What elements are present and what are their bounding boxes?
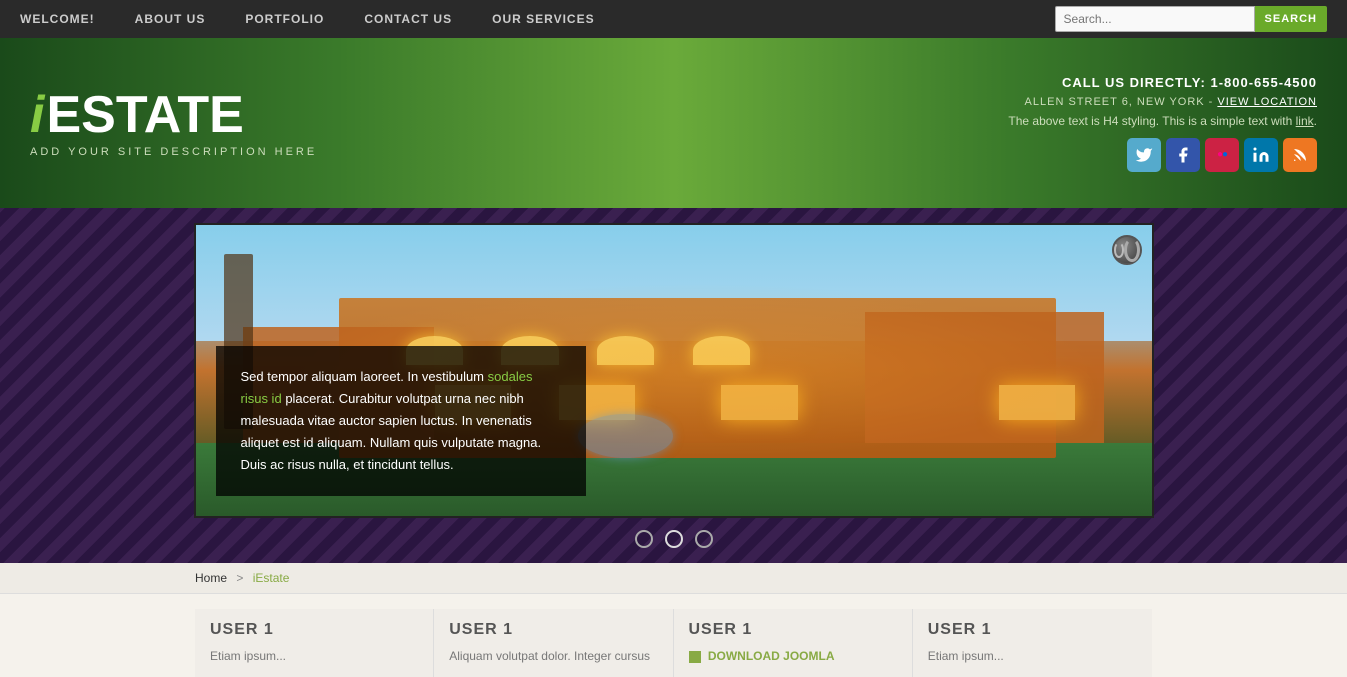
user-section-2-title: USER 1 <box>449 621 657 639</box>
slider-dots <box>635 530 713 548</box>
phone-label: CALL US DIRECTLY: <box>1062 75 1206 90</box>
slider-container: Sed tempor aliquam laoreet. In vestibulu… <box>194 223 1154 518</box>
phone-line: CALL US DIRECTLY: 1-800-655-4500 <box>1062 75 1317 90</box>
header: iESTATE ADD YOUR SITE DESCRIPTION HERE C… <box>0 38 1347 208</box>
slider-dot-1[interactable] <box>635 530 653 548</box>
user-section-1: USER 1 Etiam ipsum... <box>195 609 434 677</box>
nav-about[interactable]: ABOUT US <box>135 12 206 26</box>
h4-link[interactable]: link <box>1296 114 1314 128</box>
slider-caption: Sed tempor aliquam laoreet. In vestibulu… <box>216 346 586 496</box>
nav-services[interactable]: OUR SERVICES <box>492 12 594 26</box>
nav-welcome[interactable]: WELCOME! <box>20 12 95 26</box>
social-icons: ●● <box>1127 138 1317 172</box>
caption-text-before: Sed tempor aliquam laoreet. In vestibulu… <box>241 369 485 384</box>
phone-number: 1-800-655-4500 <box>1210 75 1317 90</box>
linkedin-icon[interactable] <box>1244 138 1278 172</box>
user-section-3-title: USER 1 <box>689 621 897 639</box>
user-section-4-text: Etiam ipsum... <box>928 647 1137 665</box>
rss-icon[interactable] <box>1283 138 1317 172</box>
download-joomla-text: DOWNLOAD JOOMLA <box>708 649 835 663</box>
view-location-link[interactable]: VIEW LOCATION <box>1217 96 1317 108</box>
slider-dot-3[interactable] <box>695 530 713 548</box>
logo-i: i <box>30 89 44 141</box>
nav-portfolio[interactable]: PORTFOLIO <box>245 12 324 26</box>
address-line: ALLEN STREET 6, NEW YORK - VIEW LOCATION <box>1025 96 1317 108</box>
facebook-icon[interactable] <box>1166 138 1200 172</box>
breadcrumb-current: iEstate <box>253 571 290 585</box>
download-joomla-link[interactable]: DOWNLOAD JOOMLA <box>689 649 835 663</box>
caption-text-after: placerat. Curabitur volutpat urna nec ni… <box>241 391 542 472</box>
search-button[interactable]: SEARCH <box>1255 6 1327 32</box>
h4-text: The above text is H4 styling. This is a … <box>1008 114 1317 128</box>
nav-links: WELCOME! ABOUT US PORTFOLIO CONTACT US O… <box>20 12 595 26</box>
header-right: CALL US DIRECTLY: 1-800-655-4500 ALLEN S… <box>1008 75 1317 172</box>
twitter-icon[interactable] <box>1127 138 1161 172</box>
logo-tagline: ADD YOUR SITE DESCRIPTION HERE <box>30 146 317 158</box>
breadcrumb: Home > iEstate <box>0 563 1347 594</box>
logo-estate: ESTATE <box>46 89 243 141</box>
user-section-2: USER 1 Aliquam volutpat dolor. Integer c… <box>434 609 673 677</box>
slider-control-button[interactable] <box>1112 235 1142 265</box>
search-area: SEARCH <box>1055 6 1327 32</box>
user-section-3: USER 1 DOWNLOAD JOOMLA <box>674 609 913 677</box>
user-section-4: USER 1 Etiam ipsum... <box>913 609 1152 677</box>
slider-dot-2[interactable] <box>665 530 683 548</box>
user-section-4-title: USER 1 <box>928 621 1137 639</box>
breadcrumb-separator: > <box>236 571 243 585</box>
user-section-1-title: USER 1 <box>210 621 418 639</box>
top-navigation: WELCOME! ABOUT US PORTFOLIO CONTACT US O… <box>0 0 1347 38</box>
nav-contact[interactable]: CONTACT US <box>364 12 452 26</box>
breadcrumb-home[interactable]: Home <box>195 571 227 585</box>
flickr-icon[interactable]: ●● <box>1205 138 1239 172</box>
logo-area: iESTATE ADD YOUR SITE DESCRIPTION HERE <box>30 89 317 158</box>
search-input[interactable] <box>1055 6 1255 32</box>
h4-description: The above text is H4 styling. This is a … <box>1008 114 1292 128</box>
download-icon <box>689 651 701 663</box>
logo: iESTATE <box>30 89 317 141</box>
user-sections: USER 1 Etiam ipsum... USER 1 Aliquam vol… <box>0 594 1347 677</box>
slider-section: Sed tempor aliquam laoreet. In vestibulu… <box>0 208 1347 563</box>
user-section-1-text: Etiam ipsum... <box>210 647 418 665</box>
user-section-2-text: Aliquam volutpat dolor. Integer cursus <box>449 647 657 665</box>
address-text: ALLEN STREET 6, NEW YORK - <box>1025 96 1214 108</box>
